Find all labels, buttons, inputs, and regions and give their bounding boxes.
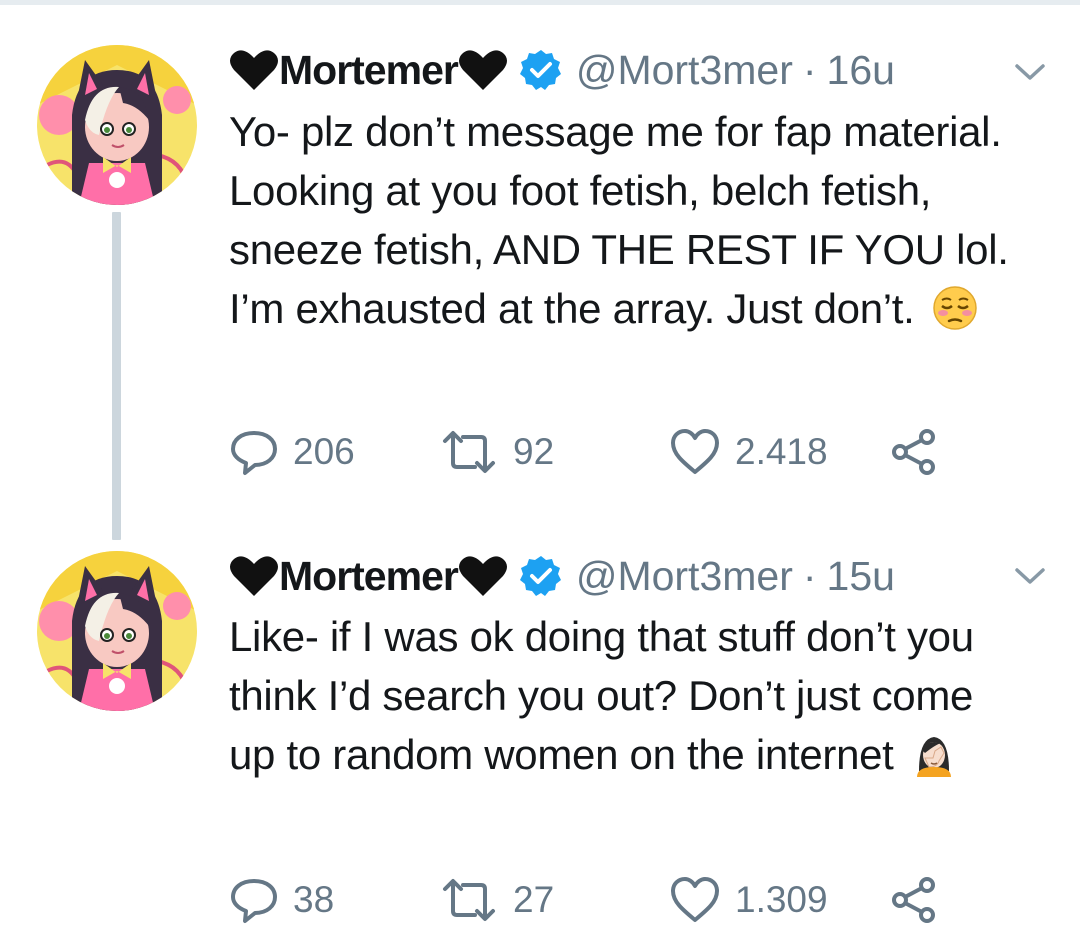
tweet-actions: 206 92 2.418: [229, 424, 989, 480]
share-icon: [892, 429, 935, 475]
like-heart-icon: [671, 877, 719, 922]
avatar-illustration: [37, 45, 197, 205]
like-heart-icon: [671, 429, 719, 474]
avatar[interactable]: [37, 45, 197, 205]
chevron-down-icon[interactable]: [1014, 566, 1046, 586]
top-divider: [0, 0, 1080, 5]
tweet-header: Mortemer @Mort3mer · 16u: [229, 44, 895, 96]
chevron-down-icon[interactable]: [1014, 62, 1046, 82]
retweet-icon: [443, 431, 495, 473]
reply-count: 38: [293, 879, 335, 920]
timestamp[interactable]: 16u: [827, 47, 895, 94]
share-action[interactable]: [889, 424, 939, 480]
flushed-face-emoji-icon: [933, 286, 977, 330]
avatar[interactable]: [37, 551, 197, 711]
share-action[interactable]: [889, 872, 939, 928]
tweet-text: Like- if I was ok doing that stuff don’t…: [229, 607, 1029, 784]
retweet-icon: [443, 879, 495, 921]
verified-badge-icon: [519, 556, 561, 596]
avatar-illustration: [37, 551, 197, 711]
handle[interactable]: @Mort3mer: [576, 553, 793, 600]
like-count: 2.418: [735, 431, 828, 472]
share-icon: [892, 877, 935, 923]
retweet-action[interactable]: 92: [439, 424, 554, 480]
thread-line: [112, 212, 121, 540]
reply-action[interactable]: 38: [229, 872, 334, 928]
retweet-count: 27: [513, 879, 555, 920]
tweet-text: Yo- plz don’t message me for fap materia…: [229, 102, 1029, 338]
display-name[interactable]: Mortemer: [279, 553, 459, 600]
like-action[interactable]: 1.309: [669, 872, 828, 928]
timestamp[interactable]: 15u: [827, 553, 895, 600]
display-name[interactable]: Mortemer: [279, 47, 459, 94]
tweet-actions: 38 27 1.309: [229, 872, 989, 928]
reply-count: 206: [293, 431, 355, 472]
tweet-text-body: Like- if I was ok doing that stuff don’t…: [229, 613, 974, 778]
separator-dot: ·: [802, 46, 817, 93]
black-heart-icon: [230, 556, 278, 596]
black-heart-icon: [458, 556, 507, 596]
like-count: 1.309: [735, 879, 828, 920]
retweet-action[interactable]: 27: [439, 872, 554, 928]
tweet-header: Mortemer @Mort3mer · 15u: [229, 550, 895, 602]
woman-facepalming-emoji-icon: [916, 737, 951, 777]
black-heart-icon: [458, 50, 507, 90]
like-action[interactable]: 2.418: [669, 424, 828, 480]
reply-icon: [231, 431, 277, 475]
reply-icon: [231, 879, 277, 923]
black-heart-icon: [230, 50, 278, 90]
tweet-text-body: Yo- plz don’t message me for fap materia…: [229, 108, 1009, 332]
retweet-count: 92: [513, 431, 555, 472]
separator-dot: ·: [802, 552, 817, 599]
handle[interactable]: @Mort3mer: [576, 47, 793, 94]
reply-action[interactable]: 206: [229, 424, 355, 480]
verified-badge-icon: [519, 50, 561, 90]
